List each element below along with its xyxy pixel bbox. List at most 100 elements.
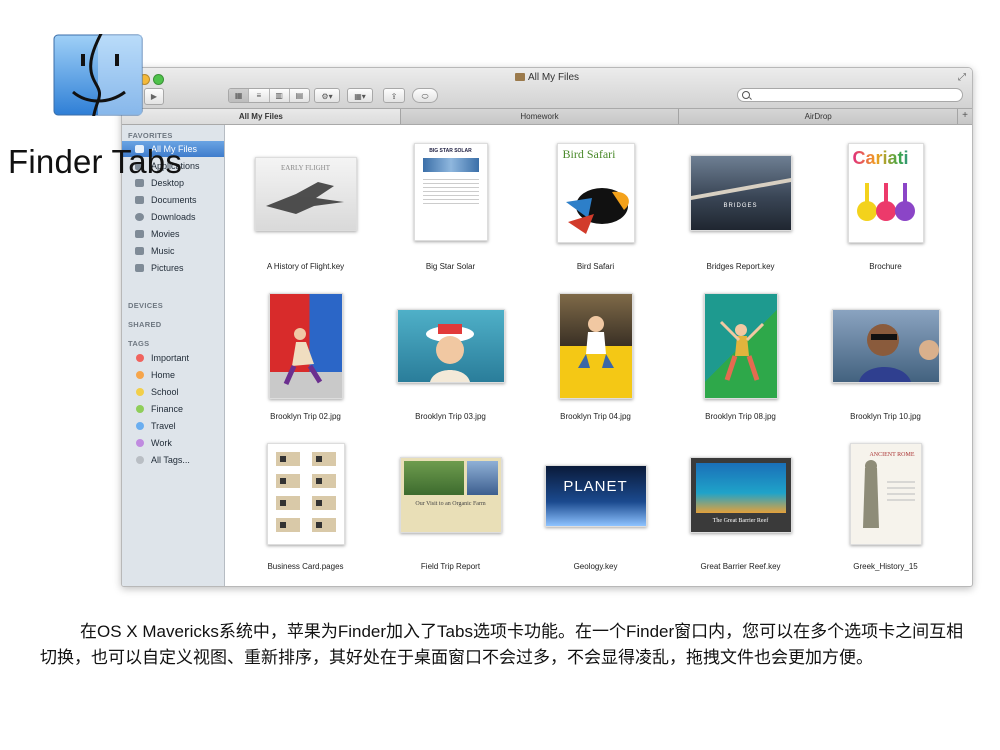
sidebar-item-label: School xyxy=(151,387,179,397)
file-item[interactable]: Business Card.pages xyxy=(233,437,378,586)
file-name: Geology.key xyxy=(573,562,618,571)
tag-color-dot-icon xyxy=(136,456,144,464)
file-name: Brochure xyxy=(869,262,902,271)
sidebar-item-downloads[interactable]: Downloads xyxy=(122,209,224,225)
file-thumbnail xyxy=(268,293,343,399)
sidebar-tag-work[interactable]: Work xyxy=(122,435,224,451)
action-gear-icon[interactable]: ⚙▾ xyxy=(314,88,340,103)
sidebar-tag-finance[interactable]: Finance xyxy=(122,401,224,417)
file-name: Brooklyn Trip 03.jpg xyxy=(415,412,486,421)
tab-airdrop[interactable]: AirDrop xyxy=(679,109,959,124)
sidebar-tag-all-tags[interactable]: All Tags... xyxy=(122,452,224,468)
finder-window: All My Files ⤢ ▶ ▦ ≡ ▥ ▤ ⚙▾ ▦▾ ⇪ ⬭ All M… xyxy=(121,67,973,587)
file-name: Brooklyn Trip 02.jpg xyxy=(270,412,341,421)
sidebar-header-tags: TAGS xyxy=(128,339,150,348)
sidebar-item-label: Finance xyxy=(151,404,184,414)
caption-text: 在OS X Mavericks系统中，苹果为Finder加入了Tabs选项卡功能… xyxy=(40,622,964,667)
file-name: Brooklyn Trip 10.jpg xyxy=(850,412,921,421)
documents-icon xyxy=(135,196,144,204)
sidebar-item-label: Work xyxy=(151,438,172,448)
tag-color-dot-icon xyxy=(136,388,144,396)
sidebar-item-label: Home xyxy=(151,370,176,380)
file-thumbnail: Our Visit to an Organic Farm xyxy=(399,457,502,533)
file-item[interactable]: Cariati Brochure xyxy=(813,137,958,287)
sidebar-item-label: Important xyxy=(151,353,190,363)
file-thumbnail xyxy=(396,309,505,383)
sidebar-tag-travel[interactable]: Travel xyxy=(122,418,224,434)
file-name: Brooklyn Trip 08.jpg xyxy=(705,412,776,421)
thumb-title: Bird Safari xyxy=(562,147,616,161)
new-tab-plus-icon[interactable]: + xyxy=(958,109,972,124)
file-item[interactable]: BRIDGES Bridges Report.key xyxy=(668,137,813,287)
tags-icon[interactable]: ⬭ xyxy=(412,88,438,103)
file-thumbnail: EARLY FLIGHT xyxy=(254,157,357,231)
sidebar-item-label: Movies xyxy=(151,229,180,239)
sidebar-item-label: Documents xyxy=(151,195,197,205)
file-item[interactable]: PLANET Geology.key xyxy=(523,437,668,586)
sidebar-item-movies[interactable]: Movies xyxy=(122,226,224,242)
downloads-icon xyxy=(135,213,144,221)
file-item[interactable]: The Great Barrier Reef Great Barrier Ree… xyxy=(668,437,813,586)
pictures-icon xyxy=(135,264,144,272)
window-title-text: All My Files xyxy=(527,72,580,83)
sidebar-header-favorites: FAVORITES xyxy=(128,131,173,140)
share-icon[interactable]: ⇪ xyxy=(383,88,405,103)
file-name: Business Card.pages xyxy=(267,562,344,571)
music-icon xyxy=(135,247,144,255)
view-mode-control[interactable]: ▦ ≡ ▥ ▤ xyxy=(228,88,310,103)
tag-color-dot-icon xyxy=(136,422,144,430)
sidebar-tag-home[interactable]: Home xyxy=(122,367,224,383)
file-name: A History of Flight.key xyxy=(266,262,345,271)
sidebar-tag-important[interactable]: Important xyxy=(122,350,224,366)
file-item[interactable]: Brooklyn Trip 02.jpg xyxy=(233,287,378,437)
file-item[interactable]: Brooklyn Trip 10.jpg xyxy=(813,287,958,437)
search-field[interactable] xyxy=(737,88,963,102)
sidebar-item-music[interactable]: Music xyxy=(122,243,224,259)
sidebar-header-devices[interactable]: DEVICES xyxy=(128,301,163,310)
file-item[interactable]: ANCIENT ROME Greek_History_15 xyxy=(813,437,958,586)
file-thumbnail xyxy=(266,443,345,545)
sidebar-item-label: Downloads xyxy=(151,212,196,222)
column-view-icon[interactable]: ▥ xyxy=(270,89,290,102)
thumb-title: The Great Barrier Reef xyxy=(712,518,769,524)
file-thumbnail: ANCIENT ROME xyxy=(849,443,922,545)
sidebar-tag-school[interactable]: School xyxy=(122,384,224,400)
file-item[interactable]: Our Visit to an Organic Farm Field Trip … xyxy=(378,437,523,586)
icon-view-icon[interactable]: ▦ xyxy=(229,89,250,102)
sidebar: FAVORITES All My Files Applications Desk… xyxy=(122,125,225,586)
tab-all-my-files[interactable]: All My Files xyxy=(122,109,401,124)
tab-homework[interactable]: Homework xyxy=(401,109,680,124)
file-name: Great Barrier Reef.key xyxy=(700,562,781,571)
file-item[interactable]: EARLY FLIGHT A History of Flight.key xyxy=(233,137,378,287)
back-button[interactable]: ▶ xyxy=(144,88,164,105)
file-name: Bird Safari xyxy=(576,262,615,271)
search-icon xyxy=(742,91,750,99)
file-grid: EARLY FLIGHT A History of Flight.key BIG… xyxy=(225,125,972,586)
folder-icon xyxy=(514,73,525,81)
file-thumbnail: The Great Barrier Reef xyxy=(689,457,792,533)
file-name: Field Trip Report xyxy=(420,562,481,571)
file-thumbnail: Cariati xyxy=(847,143,924,243)
sidebar-item-pictures[interactable]: Pictures xyxy=(122,260,224,276)
movies-icon xyxy=(135,230,144,238)
file-item[interactable]: Bird Safari Bird Safari xyxy=(523,137,668,287)
fullscreen-icon[interactable]: ⤢ xyxy=(958,72,966,83)
arrange-icon[interactable]: ▦▾ xyxy=(347,88,373,103)
sidebar-header-shared[interactable]: SHARED xyxy=(128,320,161,329)
file-item[interactable]: Brooklyn Trip 04.jpg xyxy=(523,287,668,437)
sidebar-item-documents[interactable]: Documents xyxy=(122,192,224,208)
list-view-icon[interactable]: ≡ xyxy=(249,89,270,102)
coverflow-view-icon[interactable]: ▤ xyxy=(290,89,309,102)
file-thumbnail: BIG STAR SOLAR xyxy=(413,143,488,241)
thumb-title: PLANET xyxy=(563,478,628,495)
file-name: Greek_History_15 xyxy=(853,562,918,571)
sidebar-item-label: All Tags... xyxy=(151,455,190,465)
file-item[interactable]: Brooklyn Trip 03.jpg xyxy=(378,287,523,437)
file-item[interactable]: Brooklyn Trip 08.jpg xyxy=(668,287,813,437)
file-thumbnail xyxy=(558,293,633,399)
tab-bar: All My Files Homework AirDrop + xyxy=(122,109,972,125)
file-item[interactable]: BIG STAR SOLAR Big Star Solar xyxy=(378,137,523,287)
sidebar-item-label: Music xyxy=(151,246,175,256)
file-name: Bridges Report.key xyxy=(706,262,775,271)
tag-color-dot-icon xyxy=(136,371,144,379)
